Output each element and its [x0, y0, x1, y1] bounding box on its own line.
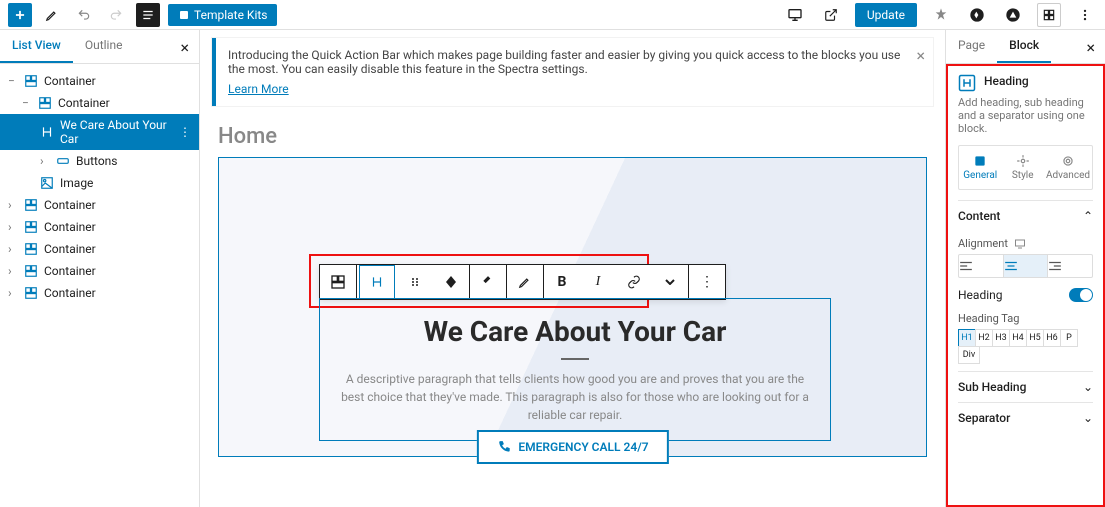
tree-item-container[interactable]: ›Container [0, 238, 199, 260]
tree-item-container[interactable]: ›Container [0, 216, 199, 238]
add-block-button[interactable] [8, 3, 32, 27]
chevron-down-icon: ⌄ [1083, 411, 1093, 425]
tag-h3[interactable]: H3 [992, 329, 1010, 347]
tag-h5[interactable]: H5 [1026, 329, 1044, 347]
heading-block[interactable]: We Care About Your Car A descriptive par… [319, 298, 831, 441]
close-inspector[interactable]: × [1076, 30, 1105, 63]
bold-button[interactable]: B [544, 265, 580, 299]
link-button[interactable] [616, 265, 652, 299]
subtab-style[interactable]: Style [1001, 146, 1043, 189]
tab-page[interactable]: Page [946, 30, 997, 63]
tag-h1[interactable]: H1 [958, 329, 976, 347]
plugin-icon-3[interactable] [1001, 3, 1025, 27]
tree-item-container[interactable]: ›Container [0, 194, 199, 216]
tag-div[interactable]: Div [958, 346, 980, 364]
highlight-button[interactable] [507, 265, 543, 299]
phone-icon [496, 440, 510, 454]
block-name: Heading [984, 74, 1029, 92]
more-icon[interactable]: ⋮ [179, 125, 191, 139]
external-link-icon[interactable] [819, 3, 843, 27]
container-icon [24, 264, 38, 278]
heading-icon [958, 74, 976, 92]
container-icon [24, 74, 38, 88]
settings-icon[interactable] [1037, 3, 1061, 27]
admin-notice: Introducing the Quick Action Bar which m… [212, 38, 933, 106]
page-canvas[interactable]: B I ⋮ We Care About Your Car A descripti… [218, 157, 927, 457]
block-toolbar: B I ⋮ [319, 264, 726, 300]
sub-heading-panel[interactable]: Sub Heading⌄ [958, 371, 1093, 402]
more-rich-text[interactable] [652, 265, 688, 299]
template-kits-label: Template Kits [194, 8, 267, 22]
align-left[interactable] [959, 255, 1004, 277]
tag-h4[interactable]: H4 [1009, 329, 1027, 347]
content-panel[interactable]: Content⌃ [958, 200, 1093, 231]
update-button[interactable]: Update [855, 3, 917, 27]
separator-panel[interactable]: Separator⌄ [958, 402, 1093, 433]
tree-item-image[interactable]: Image [0, 172, 199, 194]
plugin-icon-2[interactable] [965, 3, 989, 27]
tree-item-heading[interactable]: We Care About Your Car⋮ [0, 114, 199, 150]
tag-p[interactable]: P [1060, 329, 1078, 347]
undo-button[interactable] [72, 3, 96, 27]
container-icon [24, 220, 38, 234]
heading-text[interactable]: We Care About Your Car [340, 315, 810, 348]
plugin-icon-1[interactable] [929, 3, 953, 27]
parent-block-button[interactable] [320, 265, 356, 299]
drag-handle[interactable] [397, 265, 433, 299]
move-button[interactable] [433, 265, 469, 299]
buttons-icon [56, 154, 70, 168]
responsive-icon[interactable] [1014, 238, 1026, 250]
tree-item-container[interactable]: −Container [0, 70, 199, 92]
page-title[interactable]: Home [218, 124, 927, 149]
edit-icon[interactable] [40, 3, 64, 27]
subheading-text[interactable]: A descriptive paragraph that tells clien… [340, 370, 810, 424]
block-description: Add heading, sub heading and a separator… [958, 96, 1093, 135]
heading-icon [40, 125, 54, 139]
block-type-button[interactable] [359, 265, 395, 299]
heading-tag-label: Heading Tag [958, 312, 1093, 325]
tag-h2[interactable]: H2 [975, 329, 993, 347]
separator [561, 358, 589, 360]
template-kits-button[interactable]: Template Kits [168, 4, 277, 26]
cta-button[interactable]: EMERGENCY CALL 24/7 [476, 430, 668, 464]
more-menu-icon[interactable] [1073, 3, 1097, 27]
image-icon [40, 176, 54, 190]
subtab-advanced[interactable]: Advanced [1044, 146, 1092, 189]
close-notice[interactable]: × [916, 46, 925, 65]
tab-outline[interactable]: Outline [73, 30, 135, 63]
container-icon [38, 96, 52, 110]
learn-more-link[interactable]: Learn More [228, 82, 289, 96]
subtab-general[interactable]: General [959, 146, 1001, 189]
desktop-preview-icon[interactable] [783, 3, 807, 27]
tree-item-container[interactable]: −Container [0, 92, 199, 114]
tree-item-container[interactable]: ›Container [0, 282, 199, 304]
tag-h6[interactable]: H6 [1043, 329, 1061, 347]
block-options[interactable]: ⋮ [689, 265, 725, 299]
heading-toggle[interactable] [1069, 288, 1093, 302]
redo-button[interactable] [104, 3, 128, 27]
container-icon [24, 242, 38, 256]
tab-list-view[interactable]: List View [0, 30, 73, 63]
align-right[interactable] [1048, 255, 1092, 277]
tree-item-buttons[interactable]: ›Buttons [0, 150, 199, 172]
copy-style-button[interactable] [470, 265, 506, 299]
align-center[interactable] [1004, 255, 1049, 277]
chevron-up-icon: ⌃ [1083, 209, 1093, 223]
tab-block[interactable]: Block [997, 30, 1051, 63]
chevron-down-icon: ⌄ [1083, 380, 1093, 394]
italic-button[interactable]: I [580, 265, 616, 299]
container-icon [24, 198, 38, 212]
container-icon [24, 286, 38, 300]
list-view-toggle[interactable] [136, 3, 160, 27]
close-list-view[interactable]: × [170, 30, 199, 63]
tree-item-container[interactable]: ›Container [0, 260, 199, 282]
